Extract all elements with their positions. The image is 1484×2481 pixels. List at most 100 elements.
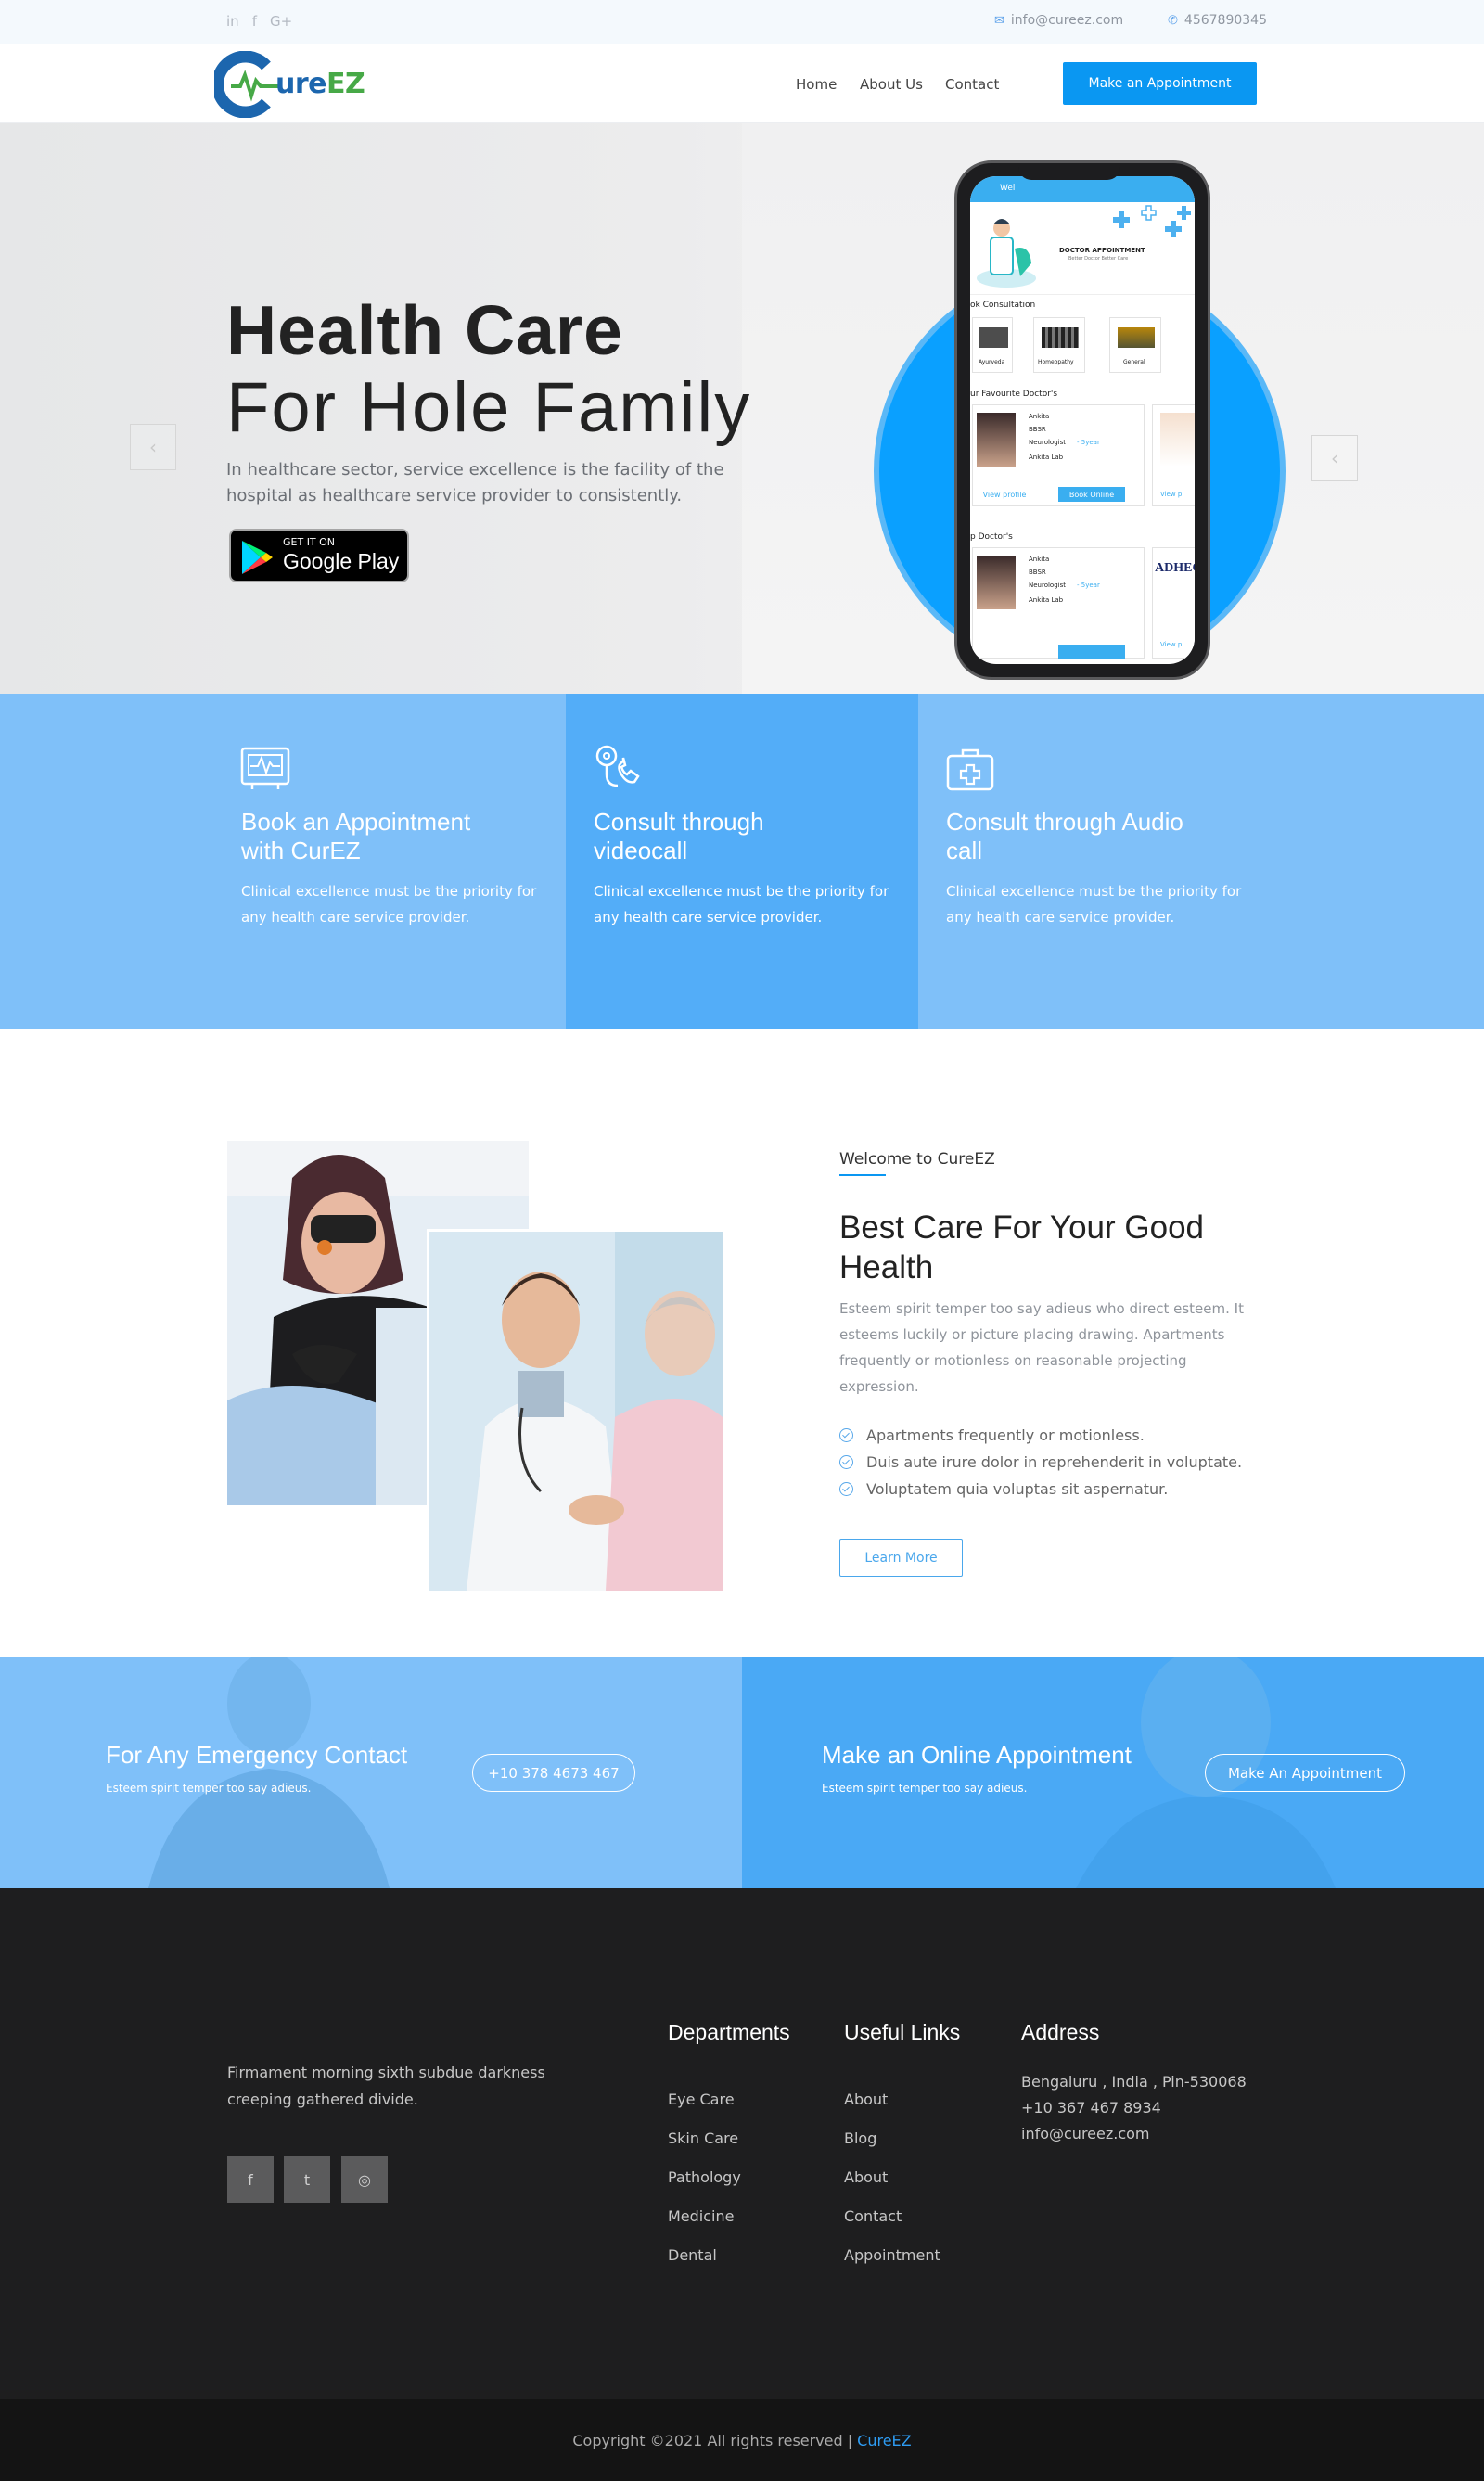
store-top-label: GET IT ON <box>283 536 336 548</box>
footer-tagline: Firmament morning sixth subdue darkness … <box>227 2064 545 2108</box>
about-description: Esteem spirit temper too say adieus who … <box>839 1300 1244 1395</box>
emergency-contact-banner: For Any Emergency Contact Esteem spirit … <box>0 1657 742 1888</box>
address-line: Bengaluru , India , Pin-530068 <box>1021 2073 1247 2091</box>
departments-title: Departments <box>668 2020 790 2044</box>
logo-mark-icon <box>211 50 279 119</box>
doctor-card[interactable]: Ankita BBSR Neurologist - 5year Ankita L… <box>972 547 1145 659</box>
google-plus-icon[interactable]: G+ <box>270 13 292 30</box>
facebook-icon[interactable]: f <box>227 2156 274 2203</box>
top-social-links: in f G+ <box>226 13 292 30</box>
google-play-badge[interactable]: GET IT ON Google Play <box>229 529 409 582</box>
learn-more-button[interactable]: Learn More <box>839 1539 963 1577</box>
list-item: Voluptatem quia voluptas sit aspernatur. <box>839 1476 1242 1503</box>
medical-kit-icon <box>946 748 994 791</box>
emergency-phone-button[interactable]: +10 378 4673 467 <box>472 1754 635 1792</box>
make-appointment-button[interactable]: Make an Appointment <box>1063 62 1257 105</box>
hero-title-bold: Health Care <box>226 291 623 369</box>
banner-subtitle: Better Doctor Better Care <box>1068 256 1129 262</box>
book-online-button[interactable]: Book Online <box>1058 487 1125 502</box>
twitter-icon[interactable]: t <box>284 2156 330 2203</box>
envelope-icon: ✉ <box>994 13 1004 28</box>
feature-card: Consult through videocall Clinical excell… <box>566 694 918 1029</box>
list-item: Duis aute irure dolor in reprehenderit i… <box>839 1449 1242 1476</box>
feature-card: Consult through Audio call Clinical excel… <box>918 694 1484 1029</box>
hero-description: In healthcare sector, service excellence… <box>226 460 724 505</box>
footer-link[interactable]: About <box>844 2091 888 2108</box>
top-bar: in f G+ ✉ info@cureez.com ✆ 4567890345 <box>0 0 1484 44</box>
footer-link[interactable]: Skin Care <box>668 2129 738 2147</box>
footer-link[interactable]: Blog <box>844 2129 876 2147</box>
view-profile-button[interactable]: View profile <box>977 487 1032 502</box>
kicker-underline <box>839 1174 886 1176</box>
doctor-background-photo <box>148 1657 390 1888</box>
online-appointment-button[interactable]: Make An Appointment <box>1205 1754 1405 1792</box>
footer-link[interactable]: Pathology <box>668 2168 741 2186</box>
phone-mockup: Wel DOCTOR APPOINTMENT Better Doctor Bet… <box>954 160 1210 680</box>
hero-title-light: For Hole Family <box>226 368 752 447</box>
footer: Firmament morning sixth subdue darkness … <box>0 1888 1484 2399</box>
section-book-consultation: ok Consultation <box>970 301 1036 310</box>
screen-header: Wel <box>970 176 1195 202</box>
about-list: Apartments frequently or motionless. Dui… <box>839 1422 1242 1503</box>
emergency-title: For Any Emergency Contact <box>106 1741 408 1769</box>
logo[interactable]: ureEZ <box>211 50 365 119</box>
store-name-label: Google Play <box>283 549 400 573</box>
useful-links-title: Useful Links <box>844 2020 961 2044</box>
top-phone[interactable]: ✆ 4567890345 <box>1168 13 1267 28</box>
feature-text: Clinical excellence must be the priority… <box>241 883 537 926</box>
nav-contact[interactable]: Contact <box>945 76 999 93</box>
appointment-title: Make an Online Appointment <box>822 1741 1132 1769</box>
doctor-card[interactable]: View p <box>1152 404 1195 506</box>
about-title: Best Care For Your Good Health <box>839 1209 1204 1285</box>
doctor-card[interactable]: Ankita BBSR Neurologist - 5year Ankita L… <box>972 404 1145 506</box>
top-email-text: info@cureez.com <box>1010 13 1124 28</box>
section-favourite-doctors: ur Favourite Doctor's <box>970 390 1058 399</box>
category-card[interactable]: Ayurveda <box>972 317 1013 373</box>
section-top-doctors: p Doctor's <box>970 532 1013 542</box>
feature-title: Consult through Audio call <box>946 808 1183 864</box>
nav-home[interactable]: Home <box>796 76 837 93</box>
linkedin-icon[interactable]: in <box>226 13 239 30</box>
book-online-button[interactable] <box>1058 645 1125 659</box>
check-circle-icon <box>839 1455 853 1469</box>
nav-about-us[interactable]: About Us <box>860 76 923 93</box>
top-email[interactable]: ✉ info@cureez.com <box>994 13 1123 28</box>
phone-screen: Wel DOCTOR APPOINTMENT Better Doctor Bet… <box>970 176 1195 664</box>
category-card[interactable]: Homeopathy <box>1033 317 1085 373</box>
slider-next-button[interactable]: ‹ <box>1311 435 1358 481</box>
phone-icon: ✆ <box>1168 13 1178 28</box>
emergency-subtitle: Esteem spirit temper too say adieus. <box>106 1782 312 1795</box>
footer-link[interactable]: Dental <box>668 2246 717 2264</box>
feature-title: Consult through videocall <box>594 808 764 864</box>
instagram-icon[interactable]: ◎ <box>341 2156 388 2203</box>
footer-link[interactable]: Eye Care <box>668 2091 735 2108</box>
copyright-brand-link[interactable]: CureEZ <box>857 2432 911 2449</box>
check-circle-icon <box>839 1482 853 1496</box>
feature-text: Clinical excellence must be the priority… <box>946 883 1242 926</box>
about-kicker: Welcome to CureEZ <box>839 1150 995 1169</box>
screen-banner: DOCTOR APPOINTMENT Better Doctor Better … <box>970 202 1195 295</box>
top-phone-text: 4567890345 <box>1183 13 1267 28</box>
address-email[interactable]: info@cureez.com <box>1021 2125 1150 2142</box>
slider-prev-button[interactable]: ‹ <box>130 424 176 470</box>
banner-title: DOCTOR APPOINTMENT <box>1059 247 1145 254</box>
appointment-subtitle: Esteem spirit temper too say adieus. <box>822 1782 1028 1795</box>
clinic-card[interactable]: ADHEC View p <box>1152 547 1195 659</box>
online-appointment-banner: Make an Online Appointment Esteem spirit… <box>742 1657 1484 1888</box>
phone-notch <box>1018 163 1120 180</box>
address-phone: +10 367 467 8934 <box>1021 2099 1161 2117</box>
google-play-icon <box>242 541 273 574</box>
footer-link[interactable]: Appointment <box>844 2246 940 2264</box>
footer-link[interactable]: About <box>844 2168 888 2186</box>
footer-link[interactable]: Contact <box>844 2207 902 2225</box>
feature-card: Book an Appointment with CurEZ Clinical e… <box>0 694 566 1029</box>
logo-text: ureEZ <box>275 68 365 100</box>
chevron-left-icon: ‹ <box>1331 447 1338 469</box>
stethoscope-phone-icon <box>595 745 640 787</box>
footer-link[interactable]: Medicine <box>668 2207 734 2225</box>
feature-title: Book an Appointment with CurEZ <box>241 808 471 864</box>
facebook-icon[interactable]: f <box>252 13 257 30</box>
category-card[interactable]: General <box>1109 317 1161 373</box>
check-circle-icon <box>839 1428 853 1442</box>
list-item: Apartments frequently or motionless. <box>839 1422 1242 1449</box>
